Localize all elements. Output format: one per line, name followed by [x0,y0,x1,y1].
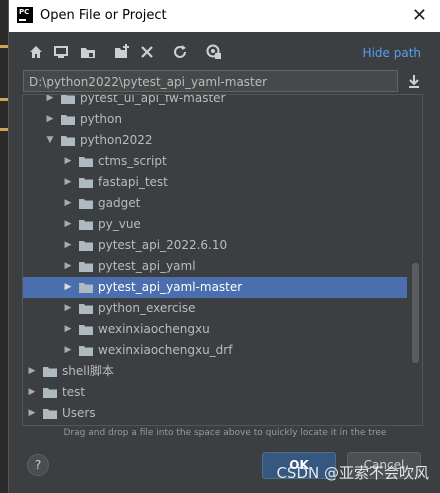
folder-icon [43,367,57,377]
collapsed-arrow-icon[interactable]: ▶ [63,298,73,319]
folder-icon [79,157,93,167]
collapsed-arrow-icon[interactable]: ▶ [63,340,73,361]
tree-row-label: ctms_script [98,154,167,168]
tree-row[interactable]: ▶ pytest_api_yaml [23,256,407,277]
folder-icon [43,388,57,398]
tree-row-label: pytest_api_yaml [98,259,196,273]
project-icon[interactable] [79,43,97,61]
collapsed-arrow-icon[interactable]: ▶ [63,172,73,193]
folder-icon [79,199,93,209]
tree-row[interactable]: ▶ Users [23,403,407,424]
folder-icon [79,178,93,188]
close-icon[interactable]: ✕ [412,5,427,26]
collapsed-arrow-icon[interactable]: ▶ [63,277,73,298]
desktop-icon[interactable] [52,43,70,61]
tree-row-label: pytest_ui_api_fw-master [80,94,226,105]
tree-row-label: python_exercise [98,301,196,315]
tree-row-label: fastapi_test [98,175,168,189]
pycharm-logo-icon: PC [17,7,33,23]
collapsed-arrow-icon[interactable]: ▶ [63,256,73,277]
folder-icon [61,136,75,146]
tree-scrollbar[interactable] [412,263,419,363]
tree-row-label: pytest_api_2022.6.10 [98,238,228,252]
collapsed-arrow-icon[interactable]: ▶ [45,95,55,109]
folder-icon [79,220,93,230]
collapsed-arrow-icon[interactable]: ▶ [45,109,55,130]
folder-icon [43,409,57,419]
tree-row[interactable]: ▶ python_exercise [23,298,407,319]
tree-row[interactable]: ▶ pytest_api_yaml-master [23,277,407,298]
folder-icon [79,241,93,251]
tree-row-label: wexinxiaochengxu [98,322,210,336]
tree-row[interactable]: ▶ wexinxiaochengxu_drf [23,340,407,361]
folder-icon [79,304,93,314]
folder-icon [79,262,93,272]
tree-row[interactable]: ▶ ctms_script [23,151,407,172]
collapsed-arrow-icon[interactable]: ▶ [63,151,73,172]
open-file-dialog: PC Open File or Project ✕ Hide path D:\p… [8,0,440,493]
help-button[interactable]: ? [27,454,49,476]
folder-icon [61,115,75,125]
tree-row-label: gadget [98,196,141,210]
file-tree[interactable]: ▶ pytest_ui_api_fw-master ▶ python ▼ python20… [22,94,423,426]
tree-row-label: py_vue [98,217,141,231]
refresh-icon[interactable] [171,43,189,61]
folder-icon [79,283,93,293]
tree-row-label: shell脚本 [62,364,114,378]
tree-row[interactable]: ▶ shell脚本 [23,361,407,382]
tree-row-label: test [62,385,86,399]
folder-icon [61,95,75,104]
new-folder-icon[interactable] [113,43,131,61]
tree-row[interactable]: ▶ python [23,109,407,130]
collapsed-arrow-icon[interactable]: ▶ [27,403,37,424]
path-input[interactable]: D:\python2022\pytest_api_yaml-master [23,70,398,92]
collapsed-arrow-icon[interactable]: ▶ [27,382,37,403]
title-bar: PC Open File or Project ✕ [9,0,440,32]
tree-row[interactable]: ▶ wexinxiaochengxu [23,319,407,340]
show-hidden-icon[interactable] [205,43,223,61]
watermark: CSDN @亚索不会吹风 [276,464,429,482]
toolbar: Hide path [9,38,440,68]
folder-icon [79,346,93,356]
tree-row[interactable]: ▶ gadget [23,193,407,214]
tree-row-label: wexinxiaochengxu_drf [98,343,233,357]
folder-icon [79,325,93,335]
tree-row-label: python [80,112,122,126]
tree-row[interactable]: ▶ fastapi_test [23,172,407,193]
hide-path-link[interactable]: Hide path [363,46,421,60]
tree-row[interactable]: ▶ pytest_ui_api_fw-master [23,94,407,109]
tree-row-label: python2022 [80,133,153,147]
drag-drop-hint: Drag and drop a file into the space abov… [63,428,387,438]
collapsed-arrow-icon[interactable]: ▶ [63,319,73,340]
tree-row[interactable]: ▶ pytest_api_2022.6.10 [23,235,407,256]
home-icon[interactable] [27,43,45,61]
tree-row[interactable]: ▼ python2022 [23,130,407,151]
tree-row[interactable]: ▶ py_vue [23,214,407,235]
collapsed-arrow-icon[interactable]: ▶ [63,235,73,256]
tree-row[interactable]: ▶ test [23,382,407,403]
collapsed-arrow-icon[interactable]: ▶ [27,361,37,382]
delete-icon[interactable] [138,43,156,61]
dialog-title: Open File or Project [40,8,167,23]
collapsed-arrow-icon[interactable]: ▶ [63,214,73,235]
collapsed-arrow-icon[interactable]: ▶ [63,193,73,214]
tree-row-label: pytest_api_yaml-master [98,280,243,294]
expanded-arrow-icon[interactable]: ▼ [45,130,55,151]
tree-row-label: Users [62,406,96,420]
download-icon[interactable] [405,72,423,90]
